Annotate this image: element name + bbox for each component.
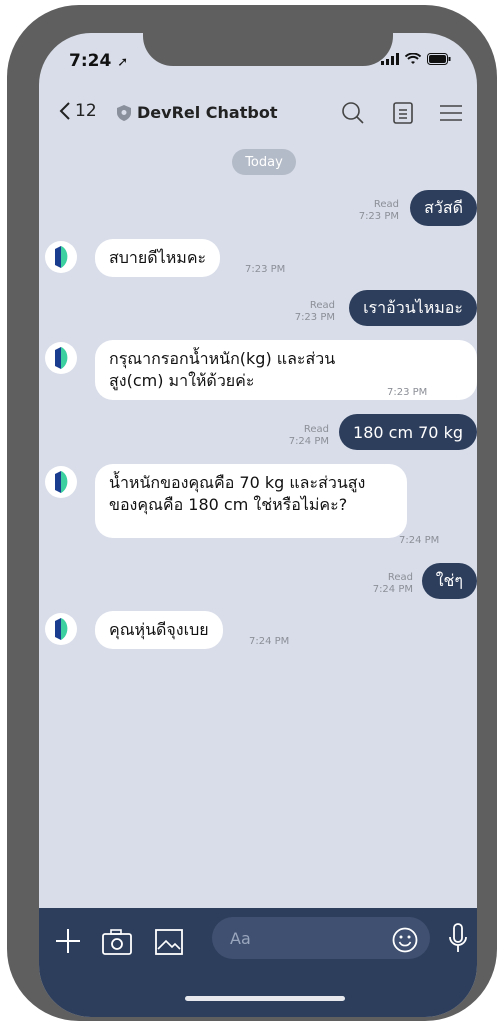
chat-title-text: DevRel Chatbot [137, 103, 278, 122]
message-time: 7:23 PM [358, 211, 399, 222]
chevron-left-icon [59, 102, 70, 120]
message-time: 7:24 PM [249, 636, 290, 647]
camera-icon[interactable] [102, 929, 132, 955]
chat-title[interactable]: DevRel Chatbot [117, 103, 277, 122]
read-receipt: Read [387, 572, 413, 583]
plus-icon[interactable] [55, 928, 81, 954]
message-time: 7:23 PM [294, 312, 335, 323]
date-divider: Today [232, 149, 296, 175]
wifi-icon [405, 53, 421, 64]
incoming-message[interactable]: คุณหุ่นดีจุงเบย [95, 611, 223, 649]
search-icon[interactable] [341, 101, 365, 125]
menu-icon[interactable] [439, 104, 463, 122]
shield-icon [117, 104, 131, 121]
message-time: 7:23 PM [387, 387, 428, 398]
message-meta: Read 7:23 PM [275, 300, 335, 324]
bot-avatar[interactable] [45, 613, 77, 645]
message-time: 7:24 PM [372, 584, 413, 595]
outgoing-message[interactable]: 180 cm 70 kg [339, 414, 477, 450]
status-time: 7:24 ➚ [69, 51, 128, 71]
status-time-text: 7:24 [69, 51, 112, 71]
message-time: 7:23 PM [245, 264, 286, 275]
chat-screen: 7:24 ➚ 12 DevRel Chatbot Today Read 7:23… [39, 33, 477, 1017]
signal-icon [381, 53, 399, 65]
incoming-message[interactable]: น้ำหนักของคุณคือ 70 kg และส่วนสูงของคุณค… [95, 464, 407, 538]
emoji-icon[interactable] [392, 927, 418, 953]
notes-icon[interactable] [393, 102, 413, 124]
message-composer: Aa [39, 908, 477, 1017]
outgoing-message[interactable]: ใช่ๆ [421, 563, 477, 599]
home-indicator[interactable] [185, 996, 345, 1001]
message-meta: Read 7:24 PM [353, 572, 413, 596]
battery-icon [427, 53, 451, 65]
read-receipt: Read [303, 424, 329, 435]
bot-avatar[interactable] [45, 342, 77, 374]
notch [143, 33, 393, 66]
message-time: 7:24 PM [399, 535, 440, 546]
read-receipt: Read [373, 199, 399, 210]
microphone-icon[interactable] [448, 923, 468, 955]
message-input-placeholder: Aa [230, 928, 251, 948]
unread-count: 12 [75, 101, 97, 121]
location-arrow-icon: ➚ [117, 55, 129, 70]
message-meta: Read 7:23 PM [339, 199, 399, 223]
read-receipt: Read [309, 300, 335, 311]
image-icon[interactable] [155, 929, 183, 955]
back-button[interactable]: 12 [59, 101, 97, 121]
bot-avatar[interactable] [45, 466, 77, 498]
bot-avatar[interactable] [45, 241, 77, 273]
status-icons [381, 53, 451, 65]
incoming-message[interactable]: สบายดีไหมคะ [95, 239, 221, 277]
message-meta: Read 7:24 PM [269, 424, 329, 448]
outgoing-message[interactable]: เราอ้วนไหมอะ [349, 290, 477, 326]
message-time: 7:24 PM [288, 436, 329, 447]
outgoing-message[interactable]: สวัสดี [410, 190, 477, 226]
phone-frame: 7:24 ➚ 12 DevRel Chatbot Today Read 7:23… [7, 5, 497, 1021]
